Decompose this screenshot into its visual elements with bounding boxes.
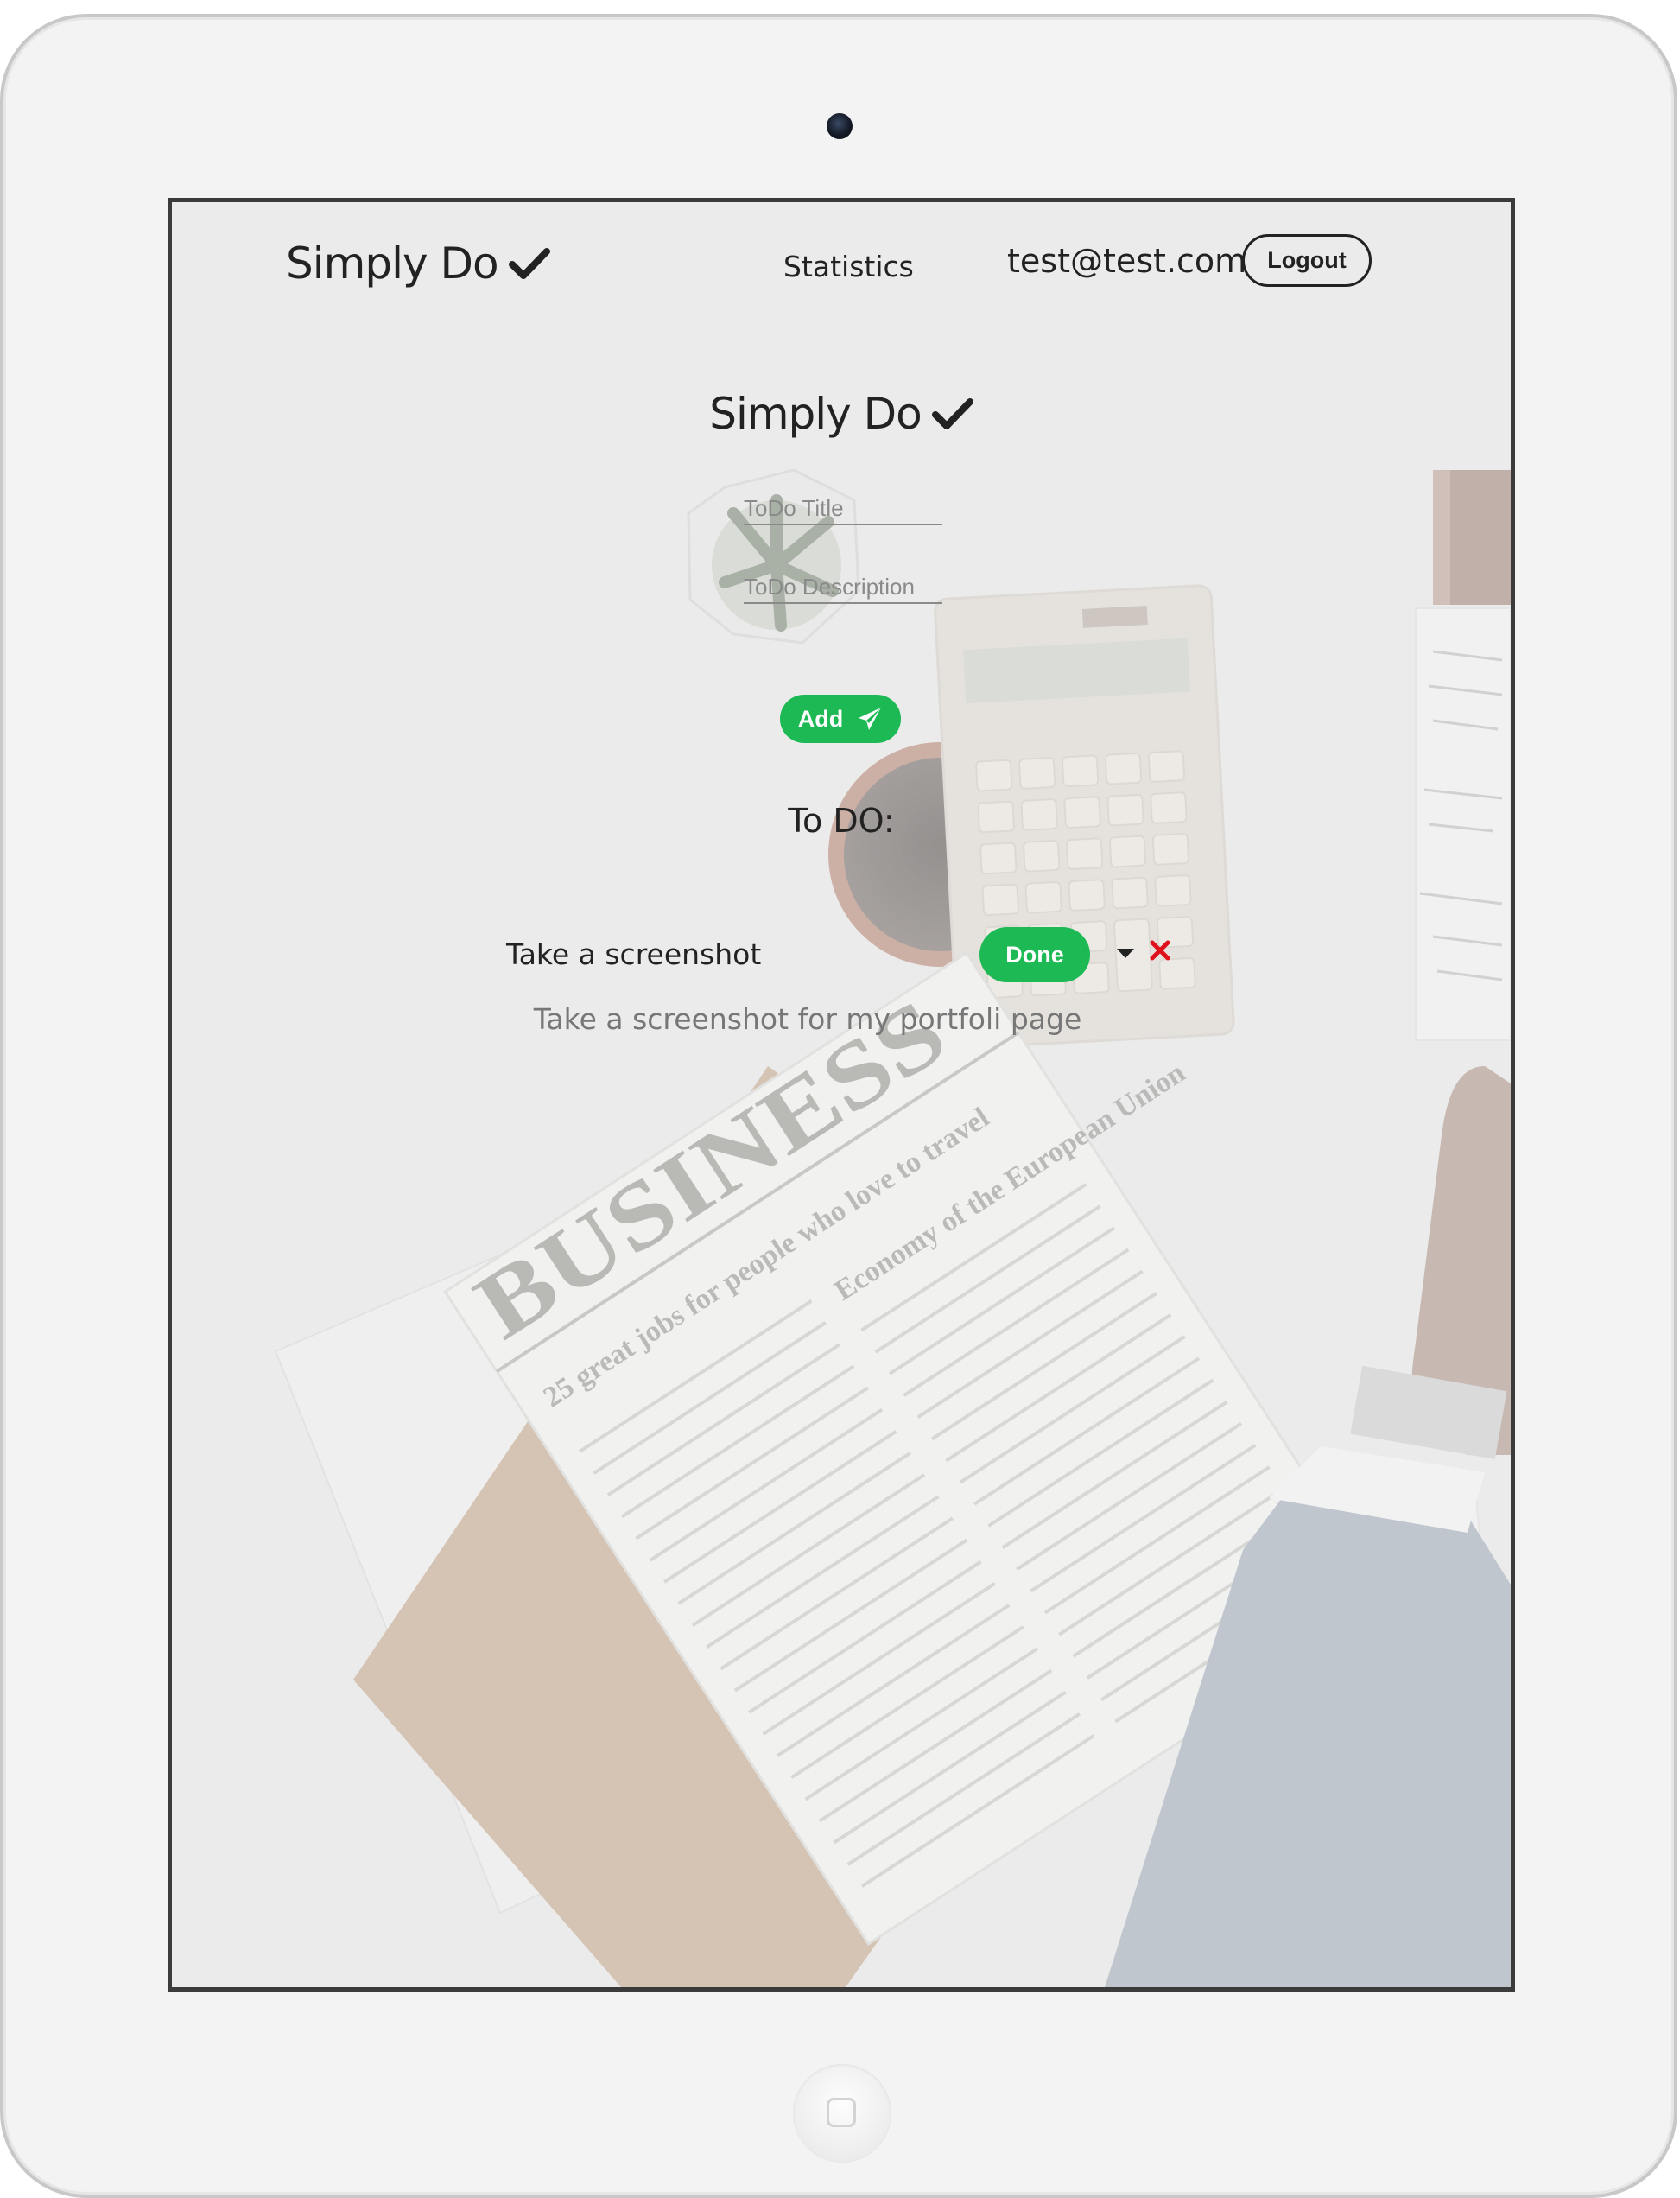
home-square-icon	[827, 2098, 856, 2127]
caret-down-icon[interactable]	[1117, 949, 1134, 958]
app-screen: BUSINESS 25 great jobs for people who lo…	[168, 198, 1515, 1992]
done-button[interactable]: Done	[979, 927, 1090, 982]
home-button[interactable]	[793, 2064, 891, 2163]
close-icon[interactable]	[1148, 938, 1172, 962]
todo-item-title: Take a screenshot	[506, 937, 762, 971]
camera-icon	[827, 113, 853, 139]
list-item: Take a screenshot Done Take a screenshot…	[172, 202, 1511, 1987]
todo-item-description: Take a screenshot for my portfoli page	[533, 1002, 1082, 1036]
